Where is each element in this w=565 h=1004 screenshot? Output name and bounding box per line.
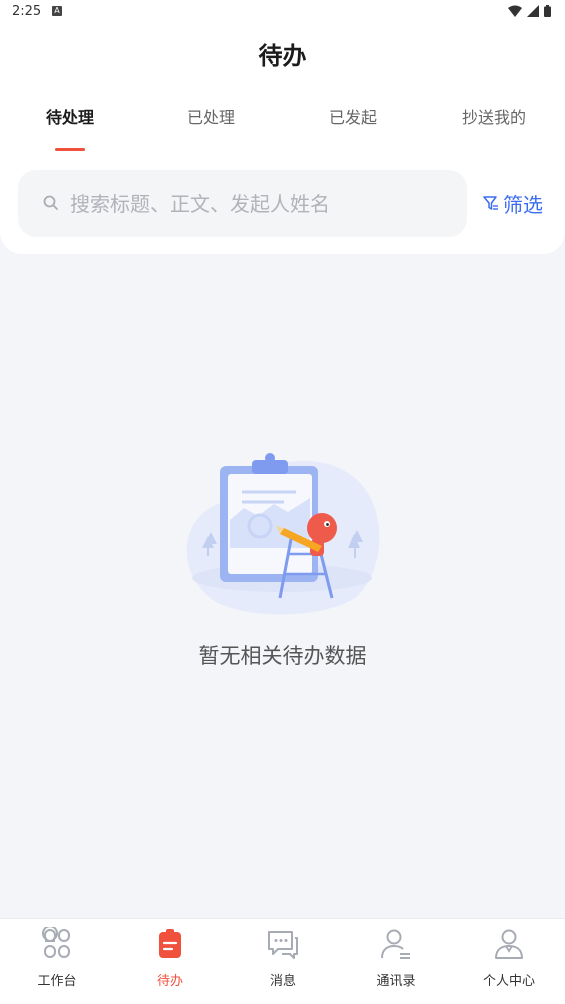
empty-state-message: 暂无相关待办数据: [198, 644, 367, 668]
contacts-icon: [381, 929, 410, 959]
nav-label: 待办: [156, 974, 183, 989]
tab-cc-me[interactable]: 抄送我的: [434, 104, 554, 128]
bottom-nav: 工作台 待办 消息 通讯录 个人中心: [0, 918, 565, 1004]
page-title: 待办: [258, 42, 307, 70]
battery-icon: [544, 5, 551, 17]
nav-label: 个人中心: [482, 974, 535, 989]
grid-icon: [42, 927, 70, 958]
search-icon: [43, 195, 58, 210]
filter-icon: [483, 196, 498, 210]
tab-processed[interactable]: 已处理: [151, 104, 271, 128]
notification-icon: A: [52, 6, 62, 16]
tab-initiated[interactable]: 已发起: [293, 104, 413, 128]
nav-contacts[interactable]: 通讯录: [346, 927, 446, 989]
search-input[interactable]: [70, 170, 450, 237]
tab-bar: 待处理 已处理 已发起 抄送我的: [0, 104, 565, 154]
nav-profile[interactable]: 个人中心: [459, 927, 559, 989]
nav-label: 消息: [269, 974, 296, 989]
nav-label: 通讯录: [376, 974, 416, 989]
search-box[interactable]: [18, 170, 467, 237]
nav-messages[interactable]: 消息: [233, 927, 333, 989]
filter-label: 筛选: [503, 192, 543, 217]
nav-todo[interactable]: 待办: [120, 927, 220, 989]
active-tab-indicator: [55, 148, 85, 151]
filter-button[interactable]: 筛选: [483, 188, 543, 218]
nav-label: 工作台: [37, 974, 77, 989]
status-time: 2:25: [12, 4, 42, 19]
empty-state-illustration: [186, 453, 380, 615]
chat-icon: [268, 931, 298, 959]
status-bar: 2:25 A: [0, 0, 565, 24]
clipboard-icon: [159, 929, 181, 958]
nav-workbench[interactable]: 工作台: [7, 927, 107, 989]
user-icon: [495, 929, 523, 959]
wifi-icon: [508, 5, 522, 17]
tab-pending[interactable]: 待处理: [10, 104, 130, 128]
signal-icon: [527, 5, 539, 17]
